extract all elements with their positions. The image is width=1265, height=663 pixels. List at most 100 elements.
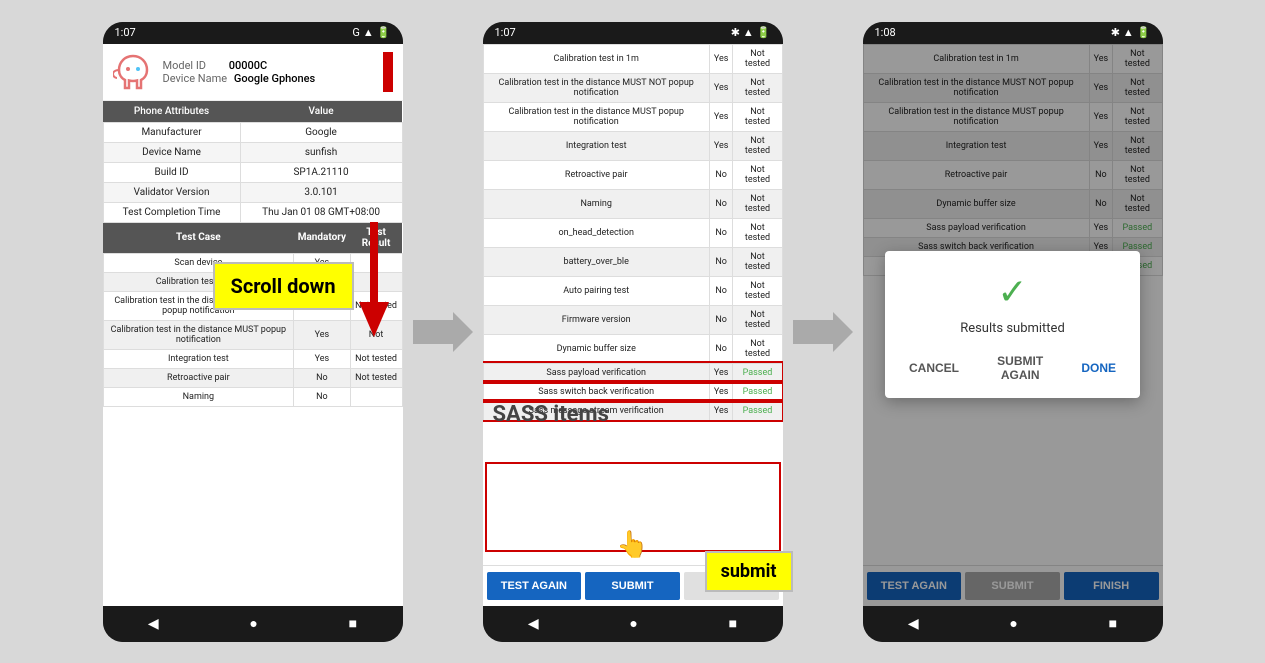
home-icon[interactable]: ● (249, 615, 257, 632)
results-dialog: ✓ Results submitted CANCEL SUBMIT AGAIN … (885, 251, 1140, 398)
mandatory-cell: Yes (709, 73, 733, 102)
test-name-cell: Calibration test in the distance MUST po… (483, 102, 709, 131)
back-icon[interactable]: ◀ (148, 616, 159, 632)
phone1-status-bar: 1:07 G ▲ 🔋 (103, 22, 403, 44)
table-row: Naming No Not tested (483, 189, 782, 218)
recents-icon3[interactable]: ■ (1109, 615, 1117, 632)
phone3-status-icons: ✱ ▲ 🔋 (1111, 26, 1151, 39)
table-row: Firmware version No Not tested (483, 305, 782, 334)
result-cell: Passed (733, 382, 782, 401)
sass-callout-label: SASS items (493, 402, 609, 428)
forward-arrow2-icon (793, 312, 853, 352)
phone3-content: Calibration test in 1m Yes Not tested Ca… (863, 44, 1163, 606)
phone3: 1:08 ✱ ▲ 🔋 Calibration test in 1m Yes (863, 22, 1163, 642)
arrow1 (413, 312, 473, 352)
submit-button[interactable]: SUBMIT (585, 572, 680, 600)
mandatory-cell: No (709, 334, 733, 363)
phone2-content: Calibration test in 1m Yes Not tested Ca… (483, 44, 783, 606)
success-checkmark-icon: ✓ (901, 271, 1124, 313)
phone1-attr-table: Phone Attributes Value Manufacturer Goog… (103, 101, 403, 223)
phone1-test-table: Test Case Mandatory Test Result Scan dev… (103, 223, 403, 407)
test-name-cell: Firmware version (483, 305, 709, 334)
table-row: Calibration test in 1m Yes Not tested (483, 44, 782, 73)
submit-callout-text: submit (721, 561, 777, 582)
mandatory-cell: Yes (294, 320, 350, 349)
model-id-value: 00000C (229, 59, 267, 72)
forward-arrow-icon (413, 312, 473, 352)
table-row: Dynamic buffer size No Not tested (483, 334, 782, 363)
battery-icon3: 🔋 (1137, 26, 1151, 39)
table-row: Retroactive pair No Not tested (483, 160, 782, 189)
result-cell: Not tested (733, 73, 782, 102)
phone3-wrapper: 1:08 ✱ ▲ 🔋 Calibration test in 1m Yes (863, 22, 1163, 642)
home-icon2[interactable]: ● (629, 615, 637, 632)
device-name-value: Google Gphones (234, 72, 315, 85)
phone1-attr-section: Phone Attributes Value Manufacturer Goog… (103, 101, 403, 223)
table-row: Integration test Yes Not tested (103, 349, 402, 368)
test-name-cell: Integration test (103, 349, 294, 368)
table-row: Auto pairing test No Not tested (483, 276, 782, 305)
back-icon2[interactable]: ◀ (528, 616, 539, 632)
signal-icon2: ▲ (743, 26, 754, 39)
mandatory-cell: No (294, 368, 350, 387)
table-row: on_head_detection No Not tested (483, 218, 782, 247)
result-cell: Passed (733, 401, 782, 420)
home-icon3[interactable]: ● (1009, 615, 1017, 632)
phone2-test-table: Calibration test in 1m Yes Not tested Ca… (483, 44, 783, 421)
cursor-icon: 👆 (616, 530, 648, 560)
value-cell: Thu Jan 01 08 GMT+08:00 (240, 202, 402, 222)
bt-icon3: ✱ (1111, 26, 1120, 39)
mandatory-header: Mandatory (294, 223, 350, 254)
value-col-header: Value (240, 101, 402, 123)
attr-cell: Device Name (103, 142, 240, 162)
attr-cell: Build ID (103, 162, 240, 182)
mandatory-cell: Yes (709, 102, 733, 131)
mandatory-cell: No (709, 247, 733, 276)
value-cell: sunfish (240, 142, 402, 162)
table-row: Calibration test in the distance MUST po… (103, 320, 402, 349)
attr-cell: Test Completion Time (103, 202, 240, 222)
table-row: battery_over_ble No Not tested (483, 247, 782, 276)
scroll-callout: Scroll down (213, 262, 354, 310)
mandatory-cell: Yes (709, 382, 733, 401)
submit-callout: submit (705, 551, 793, 592)
result-cell: Not tested (733, 218, 782, 247)
results-dialog-overlay: ✓ Results submitted CANCEL SUBMIT AGAIN … (863, 44, 1163, 606)
dialog-title: Results submitted (901, 321, 1124, 336)
sass-row: Sass payload verification Yes Passed (483, 363, 782, 382)
red-scroll-arrow (359, 222, 389, 346)
dialog-done-button[interactable]: DONE (1073, 350, 1124, 386)
test-name-cell: Sass payload verification (483, 363, 709, 382)
result-cell: Not tested (733, 160, 782, 189)
phone1-content: Model ID 00000C Device Name Google Gphon… (103, 44, 403, 606)
dialog-buttons: CANCEL SUBMIT AGAIN DONE (901, 350, 1124, 386)
dialog-submit-again-button[interactable]: SUBMIT AGAIN (975, 350, 1065, 386)
result-cell: Not tested (733, 131, 782, 160)
recents-icon2[interactable]: ■ (729, 615, 737, 632)
battery-icon2: 🔋 (757, 26, 771, 39)
test-name-cell: Calibration test in the distance MUST NO… (483, 73, 709, 102)
model-id-label: Model ID (163, 59, 207, 72)
table-row: Calibration test in the distance MUST NO… (483, 73, 782, 102)
attr-cell: Validator Version (103, 182, 240, 202)
result-cell: Not tested (733, 247, 782, 276)
phone1-wrapper: 1:07 G ▲ 🔋 (103, 22, 403, 642)
wifi-icon: ▲ (363, 26, 374, 39)
phone2-status-icons: ✱ ▲ 🔋 (731, 26, 771, 39)
phone1-status-icons: G ▲ 🔋 (352, 26, 390, 39)
arrow2 (793, 312, 853, 352)
back-icon3[interactable]: ◀ (908, 616, 919, 632)
test-name-cell: Calibration test in 1m (483, 44, 709, 73)
test-name-cell: Retroactive pair (483, 160, 709, 189)
mandatory-cell: No (709, 276, 733, 305)
result-cell (350, 387, 402, 406)
recents-icon[interactable]: ■ (349, 615, 357, 632)
scroll-callout-text: Scroll down (231, 274, 336, 298)
dialog-cancel-button[interactable]: CANCEL (901, 350, 967, 386)
mandatory-cell: Yes (709, 44, 733, 73)
test-again-button[interactable]: TEST AGAIN (487, 572, 582, 600)
test-name-cell: Integration test (483, 131, 709, 160)
mandatory-cell: No (294, 387, 350, 406)
mandatory-cell: No (709, 189, 733, 218)
mandatory-cell: Yes (294, 349, 350, 368)
